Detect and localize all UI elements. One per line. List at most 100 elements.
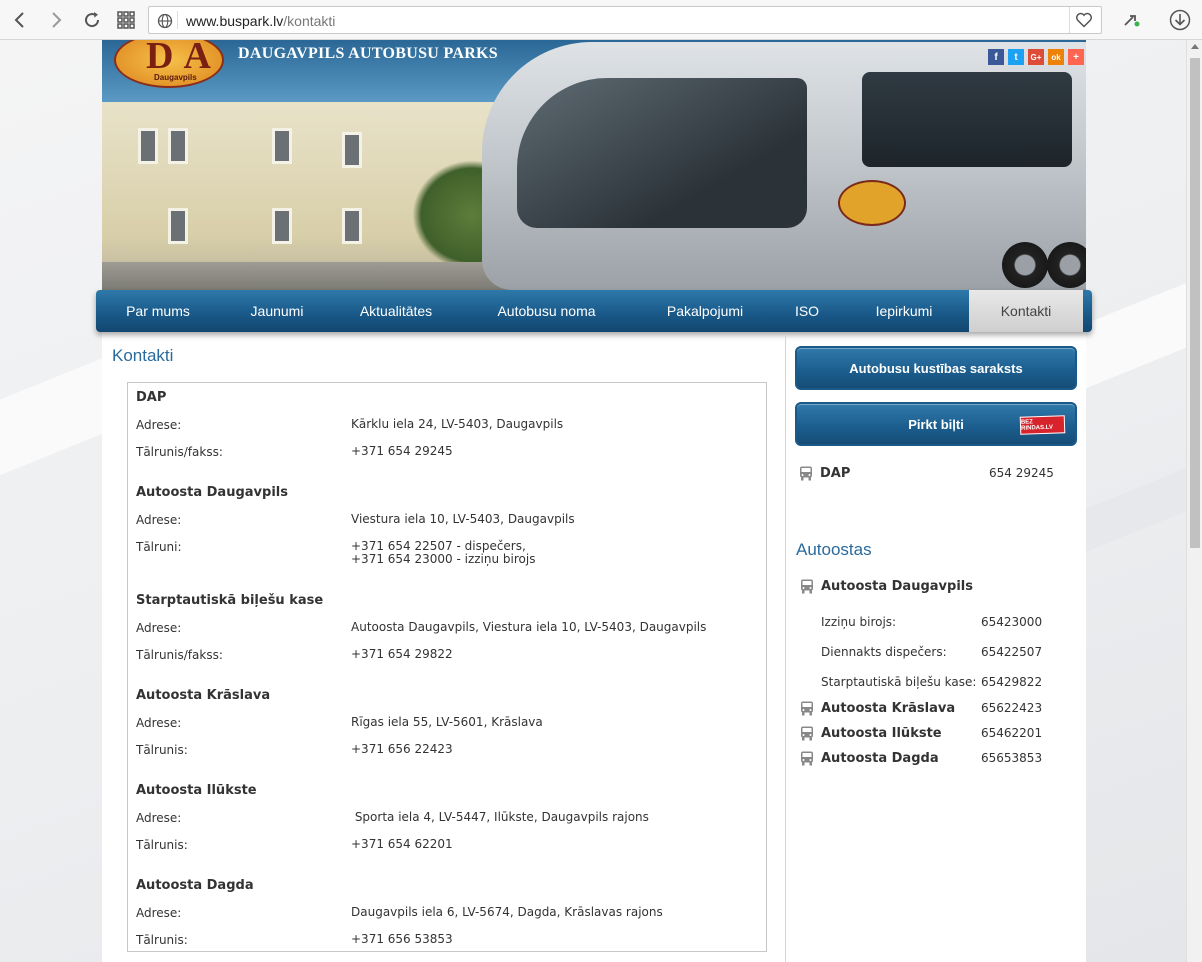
contacts-table: DAP Adrese: Kārklu iela 24, LV-5403, Dau…	[127, 382, 767, 952]
url-host: www.buspark.lv	[186, 13, 284, 29]
bus-icon	[801, 701, 813, 716]
social-label: G+	[1030, 52, 1042, 62]
reload-icon	[85, 12, 100, 28]
header-banner: DAP Daugavpils DAUGAVPILS AUTOBUSU PARKS…	[102, 40, 1086, 290]
nav-item-iso[interactable]: ISO	[775, 290, 839, 332]
heart-icon	[1075, 12, 1092, 28]
contact-label: Tālrunis:	[136, 743, 188, 757]
bus-wheel	[1002, 242, 1048, 288]
downloads-button[interactable]	[1166, 6, 1194, 34]
bezrindas-logo: BEZ RINDAS.LV	[1019, 415, 1066, 435]
station-phone: 65462201	[981, 726, 1043, 740]
building-window	[168, 208, 188, 244]
contact-section-title: Autoosta Ilūkste	[136, 783, 257, 798]
contact-value: +371 654 62201	[351, 837, 453, 851]
logo-subtitle: Daugavpils	[154, 73, 197, 82]
contact-label: Adrese:	[136, 906, 182, 920]
contact-label: Adrese:	[136, 621, 182, 635]
station-name: Autoosta Daugavpils	[821, 579, 973, 594]
contact-section-title: DAP	[136, 390, 167, 405]
contact-value: Autoosta Daugavpils, Viestura iela 10, L…	[351, 620, 707, 634]
sidebar: Autobusu kustības saraksts Pirkt biļti B…	[786, 336, 1086, 962]
buy-ticket-label: Pirkt biļti	[908, 416, 964, 432]
contact-label: Adrese:	[136, 418, 182, 432]
nav-item-iepirkumi[interactable]: Iepirkumi	[839, 290, 969, 332]
bookmark-button[interactable]	[1069, 7, 1097, 33]
address-url[interactable]: www.buspark.lv/kontakti	[186, 13, 335, 29]
contact-value: Viestura iela 10, LV-5403, Daugavpils	[351, 512, 575, 526]
share-plus-icon[interactable]: +	[1068, 49, 1084, 65]
vertical-scrollbar[interactable]	[1186, 40, 1202, 962]
reload-button[interactable]	[78, 6, 106, 34]
contact-label: Adrese:	[136, 513, 182, 527]
station-name: Autoosta Dagda	[821, 751, 939, 766]
page-title: Kontakti	[112, 346, 174, 365]
nav-item-par-mums[interactable]: Par mums	[96, 290, 220, 332]
contact-section-title: Starptautiskā biļešu kase	[136, 593, 324, 608]
station-row-ilukste: Autoosta Ilūkste 65462201	[795, 725, 1077, 743]
building-window	[272, 128, 292, 164]
contact-label: Tālrunis/fakss:	[136, 648, 223, 662]
scroll-up-arrow[interactable]	[1191, 44, 1199, 49]
nav-item-kontakti[interactable]: Kontakti	[969, 290, 1083, 332]
nav-item-jaunumi[interactable]: Jaunumi	[220, 290, 334, 332]
contact-value: +371 654 23000 - izziņu birojs	[351, 552, 536, 566]
bus-logo-decal	[838, 180, 906, 226]
back-button[interactable]	[6, 6, 34, 34]
main-navigation: Par mums Jaunumi Aktualitātes Autobusu n…	[96, 290, 1092, 332]
buy-ticket-button[interactable]: Pirkt biļti BEZ RINDAS.LV	[795, 402, 1077, 446]
contact-value: Rīgas iela 55, LV-5601, Krāslava	[351, 715, 543, 729]
download-icon	[1169, 9, 1191, 31]
site-container: DAP Daugavpils DAUGAVPILS AUTOBUSU PARKS…	[96, 40, 1092, 962]
contact-section-title: Autoosta Daugavpils	[136, 485, 288, 500]
contact-label: Tālrunis:	[136, 838, 188, 852]
grid-icon	[117, 11, 135, 29]
url-path: /kontakti	[283, 13, 336, 29]
contact-value: +371 654 29822	[351, 647, 453, 661]
contact-label: Tālrunis/fakss:	[136, 445, 223, 459]
contact-label: Adrese:	[136, 811, 182, 825]
sidebar-dap-phone: 654 29245	[989, 466, 1054, 480]
station-row-daugavpils: Autoosta Daugavpils	[795, 576, 1077, 594]
facebook-icon[interactable]: f	[988, 49, 1004, 65]
contact-value: Kārklu iela 24, LV-5403, Daugavpils	[351, 417, 564, 431]
contact-label: Tālruni:	[136, 540, 182, 554]
site-title: DAUGAVPILS AUTOBUSU PARKS	[238, 45, 498, 62]
social-label: ok	[1051, 52, 1061, 62]
bus-windshield	[517, 78, 807, 228]
station-detail-label: Starptautiskā biļešu kase:	[821, 675, 977, 689]
building-window	[342, 132, 362, 168]
forward-button[interactable]	[42, 6, 70, 34]
twitter-icon[interactable]: t	[1008, 49, 1024, 65]
google-plus-icon[interactable]: G+	[1028, 49, 1044, 65]
contact-section-title: Autoosta Dagda	[136, 878, 254, 893]
address-bar[interactable]: www.buspark.lv/kontakti	[148, 6, 1102, 34]
speed-dial-button[interactable]	[112, 6, 140, 34]
station-row-dagda: Autoosta Dagda 65653853	[795, 750, 1077, 768]
arrow-right-icon	[52, 12, 62, 28]
schedule-button[interactable]: Autobusu kustības saraksts	[795, 346, 1077, 390]
extension-button[interactable]	[1118, 6, 1146, 34]
nav-item-autobusu-noma[interactable]: Autobusu noma	[458, 290, 635, 332]
station-detail-phone: 65423000	[981, 615, 1043, 629]
globe-icon	[157, 13, 173, 29]
social-links: f t G+ ok +	[988, 49, 1084, 65]
scroll-thumb[interactable]	[1190, 58, 1200, 548]
bus-icon	[801, 751, 813, 766]
contact-value: +371 656 22423	[351, 742, 453, 756]
address-separator	[177, 11, 178, 29]
tools-icon	[1124, 15, 1140, 27]
sidebar-dap-name: DAP	[820, 466, 851, 481]
station-phone: 65622423	[981, 701, 1043, 715]
sidebar-dap-row: DAP 654 29245	[795, 465, 1077, 483]
odnoklassniki-icon[interactable]: ok	[1048, 49, 1064, 65]
social-label: +	[1073, 51, 1079, 63]
station-detail-label: Izziņu birojs:	[821, 615, 897, 629]
nav-item-aktualitates[interactable]: Aktualitātes	[334, 290, 458, 332]
main-content: Kontakti DAP Adrese: Kārklu iela 24, LV-…	[102, 336, 785, 962]
contact-label: Tālrunis:	[136, 933, 188, 947]
nav-item-pakalpojumi[interactable]: Pakalpojumi	[635, 290, 775, 332]
bus-side-windows	[862, 72, 1072, 167]
contact-value: Sporta iela 4, LV-5447, Ilūkste, Daugavp…	[351, 810, 649, 824]
station-name: Autoosta Ilūkste	[821, 726, 942, 741]
